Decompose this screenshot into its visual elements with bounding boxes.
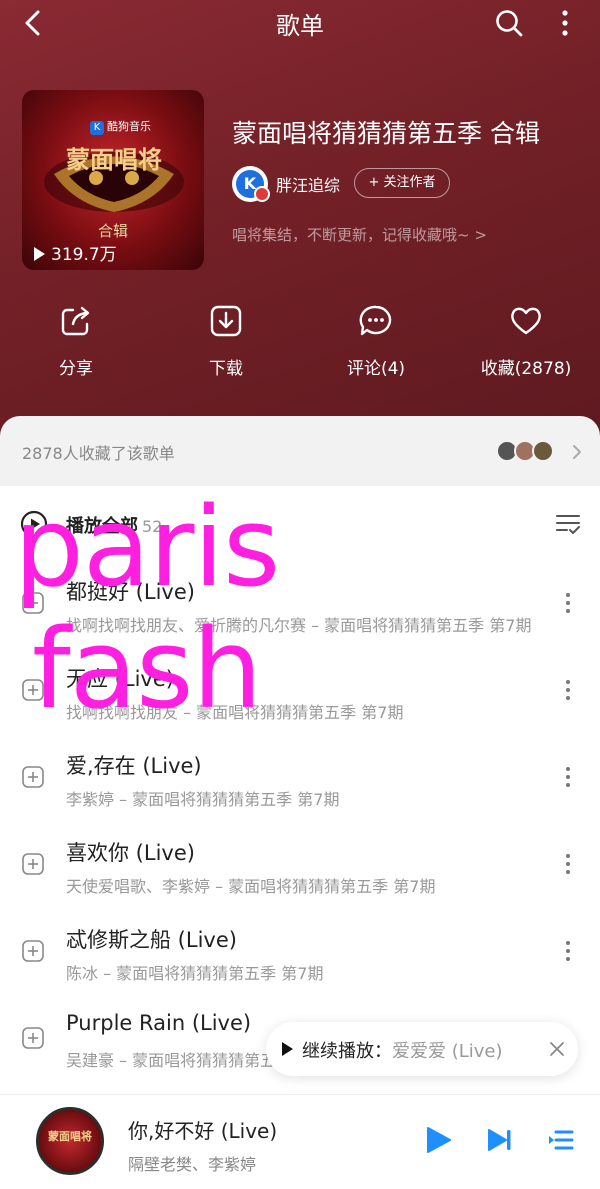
share-label: 分享 <box>59 359 93 379</box>
more-vertical-icon[interactable] <box>558 849 578 879</box>
song-title: 忒修斯之船 (Live) <box>66 928 237 952</box>
comment-label: 评论(4) <box>346 359 406 379</box>
queue-list-icon[interactable] <box>548 1127 574 1153</box>
play-count: 319.7万 <box>34 240 117 265</box>
playlist-description[interactable]: 唱将集结，不断更新，记得收藏哦~ > <box>232 224 487 245</box>
collector-avatars <box>496 440 564 464</box>
song-subtitle: 找啊找啊找朋友 – 蒙面唱将猜猜猜第五季 第7期 <box>66 703 404 722</box>
action-bar: 分享 下载 评论(4) 收藏(2878) <box>0 304 600 384</box>
favorite-button[interactable]: 收藏(2878) <box>466 304 586 384</box>
album-disc[interactable]: 蒙面唱将 <box>36 1107 104 1175</box>
song-row[interactable]: 无应 (Live) 找啊找啊找朋友 – 蒙面唱将猜猜猜第五季 第7期 <box>0 647 600 734</box>
song-subtitle: 陈冰 – 蒙面唱将猜猜猜第五季 第7期 <box>66 964 324 983</box>
play-circle-icon[interactable] <box>20 510 48 538</box>
song-subtitle: 找啊找啊找朋友、爱折腾的凡尔赛 – 蒙面唱将猜猜猜第五季 第7期 <box>66 616 532 635</box>
playlist-cover[interactable]: K 酷狗音乐 蒙面唱将 合辑 319.7万 <box>22 90 204 270</box>
more-vertical-icon[interactable] <box>558 675 578 705</box>
search-icon[interactable] <box>494 8 524 38</box>
collector-avatar <box>532 440 554 462</box>
download-icon <box>210 305 242 337</box>
collectors-text: 2878人收藏了该歌单 <box>22 444 175 463</box>
song-title: 都挺好 (Live) <box>66 580 195 604</box>
song-row[interactable]: 忒修斯之船 (Live) 陈冰 – 蒙面唱将猜猜猜第五季 第7期 <box>0 908 600 995</box>
continue-song-title: 爱爱爱 (Live) <box>392 1041 503 1062</box>
creator-name[interactable]: 胖汪追综 <box>276 172 340 196</box>
more-vertical-icon[interactable] <box>552 8 578 38</box>
favorite-label: 收藏(2878) <box>480 359 572 379</box>
song-title: 无应 (Live) <box>66 667 174 691</box>
song-title: 爱,存在 (Live) <box>66 754 202 778</box>
cover-sub-label: 合辑 <box>97 222 128 240</box>
comment-icon <box>359 305 392 336</box>
share-icon <box>61 306 90 336</box>
add-to-playlist-icon[interactable] <box>22 853 44 875</box>
creator-avatar[interactable]: K <box>232 166 270 202</box>
play-icon[interactable] <box>424 1125 452 1155</box>
play-all-label[interactable]: 播放全部 52 <box>66 512 162 538</box>
now-playing-artist: 隔壁老樊、李紫婷 <box>128 1155 257 1174</box>
more-vertical-icon[interactable] <box>558 936 578 966</box>
chevron-right-icon <box>573 445 581 459</box>
next-track-icon[interactable] <box>486 1127 514 1153</box>
song-count: 52 <box>142 517 163 536</box>
more-vertical-icon[interactable] <box>558 588 578 618</box>
svg-text:蒙面唱将: 蒙面唱将 <box>66 145 162 174</box>
add-to-playlist-icon[interactable] <box>22 679 44 701</box>
now-playing-title: 你,好不好 (Live) <box>128 1119 278 1143</box>
play-icon <box>282 1042 293 1056</box>
add-to-playlist-icon[interactable] <box>22 766 44 788</box>
song-row[interactable]: 爱,存在 (Live) 李紫婷 – 蒙面唱将猜猜猜第五季 第7期 <box>0 734 600 821</box>
top-bar: 歌单 <box>0 0 600 46</box>
follow-author-button[interactable]: + 关注作者 <box>354 168 450 198</box>
add-to-playlist-icon[interactable] <box>22 1027 44 1049</box>
continue-playing-popup[interactable]: 继续播放：爱爱爱 (Live) <box>266 1022 578 1076</box>
download-button[interactable]: 下载 <box>166 304 286 384</box>
add-to-playlist-icon[interactable] <box>22 940 44 962</box>
collectors-bar[interactable]: 2878人收藏了该歌单 <box>0 416 600 486</box>
song-title: 喜欢你 (Live) <box>66 841 195 865</box>
close-icon[interactable] <box>548 1040 566 1058</box>
mini-player[interactable]: 蒙面唱将 你,好不好 (Live) 隔壁老樊、李紫婷 <box>0 1094 600 1189</box>
playlist-title: 蒙面唱将猜猜猜第五季 合辑 <box>232 119 540 148</box>
heart-icon <box>511 307 541 335</box>
more-vertical-icon[interactable] <box>558 762 578 792</box>
brand-logo: K 酷狗音乐 <box>90 118 151 135</box>
song-row[interactable]: 喜欢你 (Live) 天使爱唱歌、李紫婷 – 蒙面唱将猜猜猜第五季 第7期 <box>0 821 600 908</box>
song-row[interactable]: 都挺好 (Live) 找啊找啊找朋友、爱折腾的凡尔赛 – 蒙面唱将猜猜猜第五季 … <box>0 560 600 647</box>
song-subtitle: 李紫婷 – 蒙面唱将猜猜猜第五季 第7期 <box>66 790 340 809</box>
continue-playing-label: 继续播放：爱爱爱 (Live) <box>302 1041 503 1062</box>
play-all-row[interactable]: 播放全部 52 <box>0 486 600 560</box>
play-count-icon <box>34 247 45 261</box>
song-list: 播放全部 52 都挺好 (Live) 找啊找啊找朋友、爱折腾的凡尔赛 – 蒙面唱将… <box>0 486 600 1094</box>
share-button[interactable]: 分享 <box>16 304 136 384</box>
add-to-playlist-icon[interactable] <box>22 592 44 614</box>
playlist-header: 歌单 K 酷狗音乐 蒙面唱将 合辑 319.7万 蒙面唱将猜猜猜第五季 合辑 K … <box>0 0 600 440</box>
download-label: 下载 <box>209 359 243 379</box>
comment-button[interactable]: 评论(4) <box>316 304 436 384</box>
multi-select-icon[interactable] <box>554 510 582 538</box>
show-logo-art: 蒙面唱将 <box>44 145 184 212</box>
song-subtitle: 天使爱唱歌、李紫婷 – 蒙面唱将猜猜猜第五季 第7期 <box>66 877 436 896</box>
song-title: Purple Rain (Live) <box>66 1011 252 1035</box>
